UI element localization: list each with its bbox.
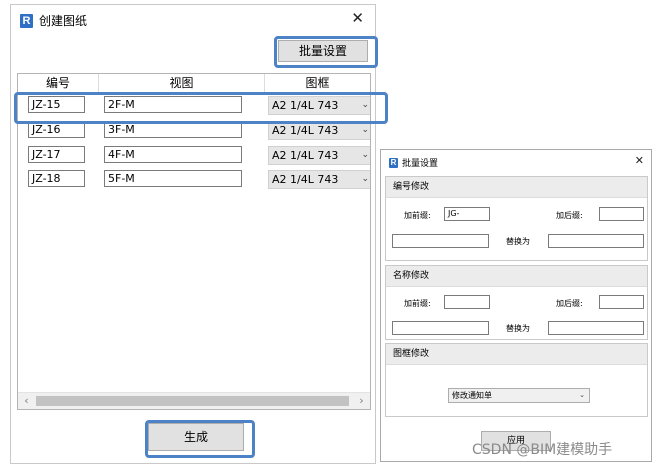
frame-select-value: A2 1/4L 743 (272, 173, 339, 186)
chevron-down-icon: ⌄ (361, 150, 369, 160)
batch-settings-button[interactable]: 批量设置 (278, 40, 368, 62)
scroll-left-icon[interactable]: ‹ (18, 393, 35, 409)
code-edit-group: 编号修改 加前缀: JG- 加后缀: 替换为 (385, 176, 648, 261)
frame-select-value: A2 1/4L 743 (272, 124, 339, 137)
sheet-code-input[interactable]: JZ-15 (28, 96, 85, 113)
revit-logo-icon: R (389, 157, 398, 168)
column-header-code[interactable]: 编号 (18, 74, 99, 93)
prefix-label: 加前缀: (404, 299, 431, 308)
sheet-code-input[interactable]: JZ-16 (28, 121, 85, 138)
view-name-input[interactable]: 2F-M (104, 96, 242, 113)
code-prefix-input[interactable]: JG- (444, 207, 490, 221)
view-name-input[interactable]: 3F-M (104, 121, 242, 138)
view-name-input[interactable]: 4F-M (104, 146, 242, 163)
dialog-title-bar: R 创建图纸 (20, 12, 87, 29)
dialog-title: 创建图纸 (39, 14, 88, 28)
scrollbar-thumb[interactable] (36, 396, 349, 406)
chevron-down-icon: ⌄ (361, 125, 369, 135)
group-heading: 名称修改 (386, 266, 647, 287)
frame-select[interactable]: A2 1/4L 743 ⌄ (268, 96, 370, 115)
column-header-view[interactable]: 视图 (99, 74, 265, 93)
table-row: JZ-15 2F-M A2 1/4L 743 ⌄ (18, 96, 370, 120)
prefix-label: 加前缀: (404, 211, 431, 220)
dialog-title: 批量设置 (402, 159, 439, 169)
name-edit-group: 名称修改 加前缀: 加后缀: 替换为 (385, 265, 648, 340)
sheet-code-input[interactable]: JZ-18 (28, 170, 85, 187)
column-header-frame[interactable]: 图框 (265, 74, 370, 93)
horizontal-scrollbar[interactable]: ‹ › (18, 392, 370, 409)
revit-logo-icon: R (20, 13, 33, 28)
frame-type-value: 修改通知单 (452, 391, 492, 400)
table-row: JZ-18 5F-M A2 1/4L 743 ⌄ (18, 170, 370, 194)
sheets-table: 编号 视图 图框 JZ-15 2F-M A2 1/4L 743 ⌄ JZ-16 … (17, 73, 371, 410)
name-prefix-input[interactable] (444, 295, 490, 309)
close-icon[interactable]: ✕ (351, 11, 364, 26)
chevron-down-icon: ⌄ (361, 100, 369, 110)
chevron-down-icon: ⌄ (579, 391, 585, 399)
close-icon[interactable]: ✕ (635, 155, 644, 166)
name-suffix-input[interactable] (599, 295, 644, 309)
chevron-down-icon: ⌄ (361, 174, 369, 184)
frame-select[interactable]: A2 1/4L 743 ⌄ (268, 121, 370, 140)
code-replace-input[interactable] (548, 234, 644, 248)
name-find-input[interactable] (392, 321, 489, 335)
replace-label: 替换为 (506, 324, 530, 333)
frame-select[interactable]: A2 1/4L 743 ⌄ (268, 170, 370, 189)
frame-select-value: A2 1/4L 743 (272, 99, 339, 112)
sheet-code-input[interactable]: JZ-17 (28, 146, 85, 163)
table-row: JZ-16 3F-M A2 1/4L 743 ⌄ (18, 121, 370, 145)
generate-button[interactable]: 生成 (148, 423, 244, 451)
code-find-input[interactable] (392, 234, 489, 248)
frame-select-value: A2 1/4L 743 (272, 149, 339, 162)
create-sheets-dialog: R 创建图纸 ✕ 批量设置 编号 视图 图框 JZ-15 2F-M A2 1/4… (10, 4, 388, 464)
dialog-title-bar: R 批量设置 (389, 156, 438, 169)
code-suffix-input[interactable] (599, 207, 644, 221)
replace-label: 替换为 (506, 237, 530, 246)
batch-settings-dialog: R 批量设置 ✕ 编号修改 加前缀: JG- 加后缀: 替换为 名称修改 加前缀… (380, 149, 652, 462)
frame-type-select[interactable]: 修改通知单 ⌄ (448, 388, 590, 403)
name-replace-input[interactable] (548, 321, 644, 335)
group-heading: 编号修改 (386, 177, 647, 198)
table-row: JZ-17 4F-M A2 1/4L 743 ⌄ (18, 146, 370, 170)
watermark: CSDN @BIM建模助手 (472, 442, 613, 458)
suffix-label: 加后缀: (556, 299, 583, 308)
scroll-right-icon[interactable]: › (353, 393, 370, 409)
group-heading: 图框修改 (386, 344, 647, 365)
frame-edit-group: 图框修改 修改通知单 ⌄ (385, 343, 648, 417)
suffix-label: 加后缀: (556, 211, 583, 220)
view-name-input[interactable]: 5F-M (104, 170, 242, 187)
frame-select[interactable]: A2 1/4L 743 ⌄ (268, 146, 370, 165)
table-header: 编号 视图 图框 (18, 74, 370, 93)
